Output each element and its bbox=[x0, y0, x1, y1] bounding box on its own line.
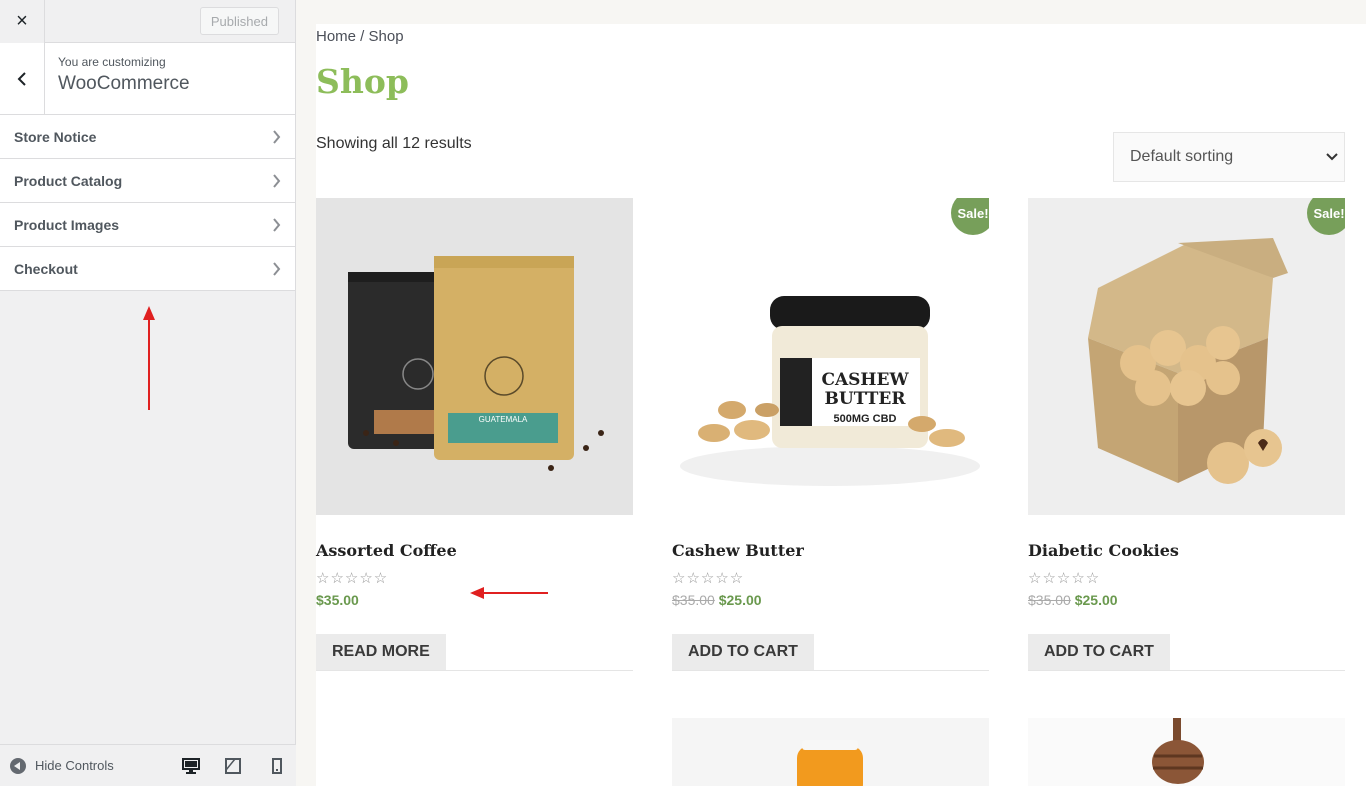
section-checkout[interactable]: Checkout bbox=[0, 247, 295, 291]
product-image[interactable] bbox=[672, 718, 989, 786]
section-label: Product Catalog bbox=[14, 172, 123, 189]
star-rating: ☆☆☆☆☆ bbox=[672, 570, 745, 587]
product-card: CASHEW BUTTER 500MG CBD Sale! Cashew But… bbox=[672, 198, 989, 671]
product-image[interactable]: GUATEMALA bbox=[316, 198, 633, 515]
product-title[interactable]: Diabetic Cookies bbox=[1028, 541, 1345, 560]
cashew-jar-image: CASHEW BUTTER 500MG CBD bbox=[680, 296, 980, 486]
section-label: Store Notice bbox=[14, 128, 97, 145]
sorting-select[interactable]: Default sorting bbox=[1113, 132, 1345, 182]
shop-content: Home / Shop Shop Showing all 12 results … bbox=[316, 24, 1366, 786]
breadcrumb[interactable]: Home / Shop bbox=[316, 28, 404, 45]
product-image[interactable] bbox=[1028, 718, 1345, 786]
annotation-arrow-up bbox=[143, 306, 155, 410]
publish-button[interactable]: Published bbox=[199, 7, 279, 35]
add-to-cart-button[interactable]: ADD TO CART bbox=[1028, 634, 1170, 670]
customizing-label: You are customizing bbox=[58, 55, 166, 69]
section-label: Checkout bbox=[14, 260, 78, 277]
price-value: $25.00 bbox=[1074, 592, 1118, 608]
price-value: $25.00 bbox=[718, 592, 762, 608]
divider bbox=[316, 670, 633, 671]
section-store-notice[interactable]: Store Notice bbox=[0, 115, 295, 159]
coffee-bags-image: GUATEMALA bbox=[348, 256, 604, 471]
customizer-header: × Published bbox=[0, 0, 295, 43]
back-button[interactable] bbox=[0, 43, 45, 114]
section-label: Product Images bbox=[14, 216, 120, 233]
jar-label-bottom: 500MG CBD bbox=[834, 413, 897, 425]
mobile-preview-icon[interactable] bbox=[268, 758, 286, 774]
divider bbox=[672, 670, 989, 671]
product-price: $35.00 $25.00 bbox=[1028, 592, 1345, 608]
tablet-preview-icon[interactable] bbox=[224, 758, 242, 774]
cookie-box-image bbox=[1088, 238, 1288, 484]
honey-jar-image bbox=[797, 740, 863, 786]
product-title[interactable]: Assorted Coffee bbox=[316, 541, 633, 560]
product-image[interactable]: Sale! bbox=[1028, 198, 1345, 515]
chevron-right-icon bbox=[272, 261, 281, 276]
collapse-arrow-icon bbox=[10, 757, 26, 774]
bag-label: GUATEMALA bbox=[479, 415, 528, 424]
old-price: $35.00 bbox=[672, 592, 715, 608]
honey-dipper-image bbox=[1152, 718, 1204, 784]
hide-controls-label: Hide Controls bbox=[35, 758, 114, 773]
customizer-sidebar: × Published You are customizing WooComme… bbox=[0, 0, 296, 786]
panel-title: WooCommerce bbox=[58, 73, 190, 94]
site-preview: Home / Shop Shop Showing all 12 results … bbox=[296, 0, 1366, 786]
price-value: $35.00 bbox=[316, 592, 359, 608]
product-image[interactable]: CASHEW BUTTER 500MG CBD Sale! bbox=[672, 198, 989, 515]
star-rating: ☆☆☆☆☆ bbox=[1028, 570, 1101, 587]
chevron-right-icon bbox=[272, 173, 281, 188]
jar-label-top: CASHEW bbox=[821, 370, 909, 390]
panel-breadcrumb: You are customizing WooCommerce bbox=[0, 43, 295, 115]
chevron-right-icon bbox=[272, 217, 281, 232]
sorting-value: Default sorting bbox=[1130, 148, 1234, 165]
old-price: $35.00 bbox=[1028, 592, 1071, 608]
product-price: $35.00 $25.00 bbox=[672, 592, 989, 608]
product-title[interactable]: Cashew Butter bbox=[672, 541, 989, 560]
add-to-cart-button[interactable]: ADD TO CART bbox=[672, 634, 814, 670]
hide-controls-button[interactable]: Hide Controls bbox=[10, 757, 114, 774]
section-product-catalog[interactable]: Product Catalog bbox=[0, 159, 295, 203]
chevron-down-icon bbox=[1326, 153, 1338, 161]
result-count: Showing all 12 results bbox=[316, 135, 472, 152]
annotation-arrow-left bbox=[470, 587, 548, 599]
jar-label-mid: BUTTER bbox=[825, 389, 907, 409]
page-title: Shop bbox=[316, 62, 409, 101]
desktop-preview-icon[interactable] bbox=[182, 758, 200, 774]
chevron-right-icon bbox=[272, 129, 281, 144]
section-product-images[interactable]: Product Images bbox=[0, 203, 295, 247]
close-icon: × bbox=[16, 9, 28, 32]
divider bbox=[1028, 670, 1345, 671]
customizer-footer: Hide Controls bbox=[0, 744, 296, 786]
close-customizer-button[interactable]: × bbox=[0, 0, 45, 43]
product-card: Sale! Diabetic Cookies ☆☆☆☆☆ $35.00 $25.… bbox=[1028, 198, 1345, 671]
read-more-button[interactable]: READ MORE bbox=[316, 634, 446, 670]
chevron-left-icon bbox=[17, 71, 26, 86]
